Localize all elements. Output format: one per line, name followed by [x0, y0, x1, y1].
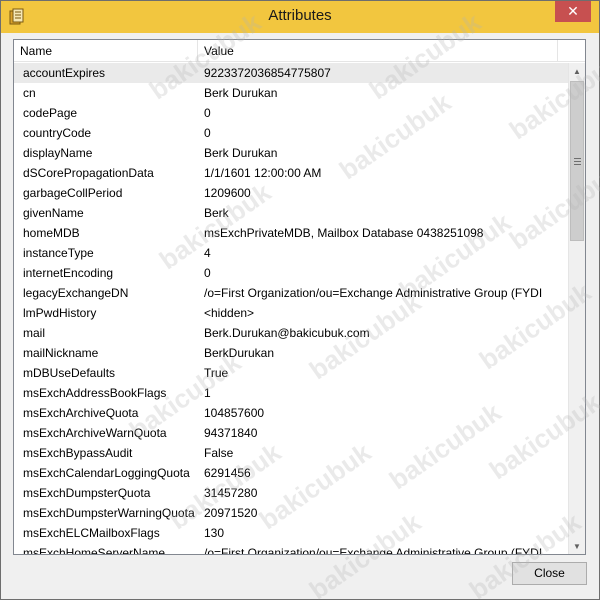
table-row[interactable]: cn Berk Durukan: [14, 83, 568, 103]
attribute-name: homeMDB: [23, 226, 80, 240]
attribute-name: msExchArchiveQuota: [23, 406, 139, 420]
attribute-value: /o=First Organization/ou=Exchange Admini…: [204, 286, 543, 300]
table-row[interactable]: instanceType 4: [14, 243, 568, 263]
attribute-value: Berk.Durukan@bakicubuk.com: [204, 326, 370, 340]
attribute-value: 31457280: [204, 486, 258, 500]
attribute-value: Berk: [204, 206, 229, 220]
attributes-list[interactable]: Name Value accountExpires 922337203685477…: [13, 39, 586, 555]
table-row[interactable]: mail Berk.Durukan@bakicubuk.com: [14, 323, 568, 343]
attribute-value: 104857600: [204, 406, 265, 420]
table-row[interactable]: mDBUseDefaults True: [14, 363, 568, 383]
table-row[interactable]: msExchHomeServerName/o=First Organizatio…: [14, 543, 568, 555]
table-row[interactable]: msExchDumpsterWarningQuota 20971520: [14, 503, 568, 523]
attribute-name: msExchHomeServerName: [23, 546, 166, 555]
table-row[interactable]: countryCode 0: [14, 123, 568, 143]
attribute-value: 1/1/1601 12:00:00 AM: [204, 166, 322, 180]
close-icon: ✕: [567, 3, 579, 19]
attribute-value: BerkDurukan: [204, 346, 275, 360]
table-row[interactable]: garbageCollPeriod 1209600: [14, 183, 568, 203]
attribute-name: msExchDumpsterQuota: [23, 486, 151, 500]
grip-icon: [573, 157, 581, 165]
list-header: Name Value: [14, 40, 585, 62]
attribute-value: msExchPrivateMDB, Mailbox Database 04382…: [204, 226, 484, 240]
scrollbar-thumb[interactable]: [570, 81, 584, 241]
attribute-name: mailNickname: [23, 346, 99, 360]
attribute-value: 1: [204, 386, 211, 400]
attribute-name: instanceType: [23, 246, 94, 260]
column-header-name[interactable]: Name: [14, 40, 198, 62]
attribute-value: 9223372036854775807: [204, 66, 331, 80]
attribute-name: msExchBypassAudit: [23, 446, 133, 460]
table-row[interactable]: legacyExchangeDN/o=First Organization/ou…: [14, 283, 568, 303]
attribute-name: msExchCalendarLoggingQuota: [23, 466, 190, 480]
attribute-name: dSCorePropagationData: [23, 166, 154, 180]
table-row[interactable]: codePage 0: [14, 103, 568, 123]
vertical-scrollbar[interactable]: ▲ ▼: [568, 63, 585, 554]
attribute-value: True: [204, 366, 229, 380]
table-row[interactable]: dSCorePropagationData 1/1/1601 12:00:00 A…: [14, 163, 568, 183]
attribute-name: internetEncoding: [23, 266, 114, 280]
attribute-value: <hidden>: [204, 306, 255, 320]
attribute-value: 0: [204, 126, 211, 140]
attribute-name: codePage: [23, 106, 78, 120]
attribute-name: msExchELCMailboxFlags: [23, 526, 160, 540]
table-row[interactable]: msExchBypassAudit False: [14, 443, 568, 463]
window-title: Attributes: [268, 7, 332, 24]
column-header-value[interactable]: Value: [198, 40, 558, 62]
attribute-value: 94371840: [204, 426, 258, 440]
attribute-value: 130: [204, 526, 225, 540]
list-rows: accountExpires 9223372036854775807 cn Berk …: [14, 63, 568, 555]
attribute-value: 1209600: [204, 186, 251, 200]
table-row[interactable]: accountExpires 9223372036854775807: [14, 63, 568, 83]
close-button[interactable]: Close: [512, 562, 587, 585]
table-row[interactable]: mailNickname BerkDurukan: [14, 343, 568, 363]
attribute-name: legacyExchangeDN: [23, 286, 129, 300]
chevron-down-icon[interactable]: ▼: [569, 538, 585, 554]
table-row[interactable]: msExchELCMailboxFlags 130: [14, 523, 568, 543]
attribute-name: mail: [23, 326, 46, 340]
attribute-value: Berk Durukan: [204, 86, 278, 100]
dialog-client-area: Name Value accountExpires 922337203685477…: [9, 33, 591, 593]
attribute-name: lmPwdHistory: [23, 306, 97, 320]
table-row[interactable]: msExchAddressBookFlags 1: [14, 383, 568, 403]
table-row[interactable]: msExchArchiveWarnQuota 94371840: [14, 423, 568, 443]
attribute-name: msExchAddressBookFlags: [23, 386, 167, 400]
table-row[interactable]: displayName Berk Durukan: [14, 143, 568, 163]
attribute-value: 0: [204, 106, 211, 120]
table-row[interactable]: homeMDB msExchPrivateMDB, Mailbox Databas…: [14, 223, 568, 243]
table-row[interactable]: msExchDumpsterQuota 31457280: [14, 483, 568, 503]
attribute-name: displayName: [23, 146, 93, 160]
window-close-button[interactable]: ✕: [555, 1, 591, 22]
attribute-name: msExchDumpsterWarningQuota: [23, 506, 195, 520]
attributes-dialog: Attributes ✕ Name Value accountExpires 92…: [0, 0, 600, 600]
table-row[interactable]: internetEncoding 0: [14, 263, 568, 283]
attribute-value: 20971520: [204, 506, 258, 520]
title-bar[interactable]: Attributes ✕: [1, 1, 599, 33]
attribute-value: 6291456: [204, 466, 251, 480]
table-row[interactable]: msExchCalendarLoggingQuota 6291456: [14, 463, 568, 483]
table-row[interactable]: givenName Berk: [14, 203, 568, 223]
table-row[interactable]: lmPwdHistory <hidden>: [14, 303, 568, 323]
table-row[interactable]: msExchArchiveQuota 104857600: [14, 403, 568, 423]
attribute-name: givenName: [23, 206, 84, 220]
attribute-value: 0: [204, 266, 211, 280]
attribute-name: accountExpires: [23, 66, 106, 80]
attribute-name: countryCode: [23, 126, 92, 140]
attribute-value: /o=First Organization/ou=Exchange Admini…: [204, 546, 543, 555]
attribute-name: msExchArchiveWarnQuota: [23, 426, 167, 440]
attribute-value: 4: [204, 246, 211, 260]
attribute-value: Berk Durukan: [204, 146, 278, 160]
attribute-name: mDBUseDefaults: [23, 366, 116, 380]
attribute-value: False: [204, 446, 234, 460]
attribute-name: cn: [23, 86, 36, 100]
chevron-up-icon[interactable]: ▲: [569, 63, 585, 80]
attribute-name: garbageCollPeriod: [23, 186, 123, 200]
